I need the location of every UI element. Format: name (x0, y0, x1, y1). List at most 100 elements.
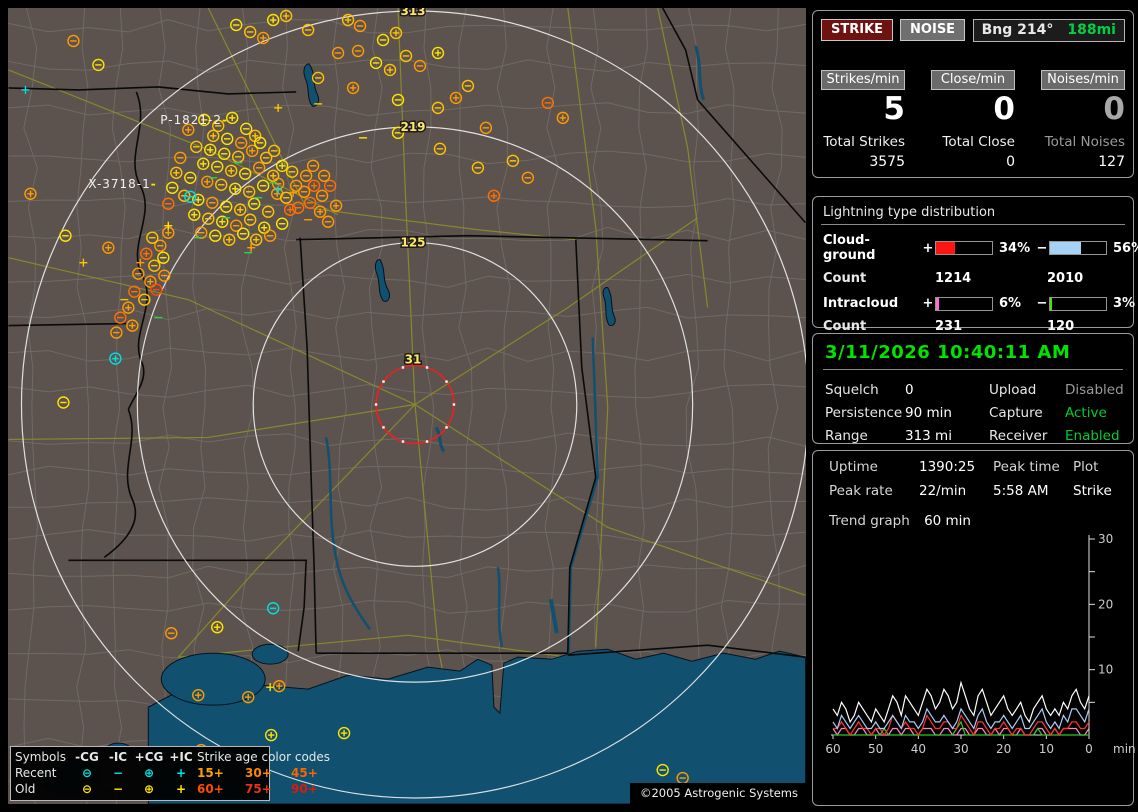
svg-text:60: 60 (825, 742, 840, 756)
range-value: 313 mi (905, 428, 952, 444)
close-per-min-value: 0 (993, 91, 1015, 127)
ic-neg-pct: 3% (1113, 296, 1136, 311)
age-45: 45+ (291, 766, 318, 780)
total-strikes-value: 3575 (869, 153, 905, 170)
noises-column: Noises/min 0 Total Noises 127 (1041, 70, 1125, 170)
status-panel: 3/11/2026 10:40:11 AM Squelch 0 Upload D… (812, 333, 1134, 444)
age-30: 30+ (245, 766, 272, 780)
plus-sign: + (922, 240, 934, 256)
cg-neg-bar (1049, 241, 1107, 255)
svg-text:125: 125 (401, 236, 426, 250)
total-close-value: 0 (1006, 153, 1015, 170)
recent-cg-pos-icon: ⊕ (143, 766, 155, 780)
distribution-title: Lightning type distribution (821, 203, 1125, 225)
svg-text:X-3718-1-: X-3718-1- (88, 177, 156, 191)
svg-text:50: 50 (868, 742, 883, 756)
close-column: Close/min 0 Total Close 0 (931, 70, 1015, 170)
peak-time-value: 5:58 AM (993, 483, 1049, 499)
legend-row-recent: Recent (15, 766, 57, 780)
squelch-value: 0 (905, 382, 914, 398)
peak-time-label: Peak time (993, 459, 1060, 475)
total-strikes-label: Total Strikes (823, 133, 905, 150)
lightning-map[interactable]: 313 219 125 31 P-1821-2- X-3718-1- Symbols -C… (8, 8, 806, 804)
ic-neg-count: 120 (1047, 319, 1075, 334)
ic-pos-count: 231 (935, 319, 963, 334)
strike-legend: Symbols -CG -IC +CG +IC Strike age color… (10, 746, 330, 801)
svg-text:20: 20 (996, 742, 1011, 756)
legend-col-neg-ic: -IC (108, 750, 128, 764)
datetime-display: 3/11/2026 10:40:11 AM (823, 340, 1123, 370)
recent-cg-neg-icon: ⊖ (81, 766, 93, 780)
uptime-label: Uptime (829, 459, 878, 475)
svg-text:30: 30 (953, 742, 968, 756)
upload-status: Disabled (1065, 382, 1124, 398)
legend-age-title: Strike age color codes (197, 750, 331, 764)
trend-graph-window: 60 min (924, 513, 971, 529)
noises-per-min-button[interactable]: Noises/min (1041, 70, 1125, 90)
recent-ic-pos-icon: + (175, 766, 187, 780)
capture-status: Active (1065, 405, 1107, 421)
old-cg-pos-icon: ⊕ (143, 782, 155, 796)
trend-graph: 10 20 30 60 50 40 30 20 10 0 min (825, 532, 1136, 756)
age-90: 90+ (291, 782, 318, 796)
trend-panel: Uptime 1390:25 Peak time Plot Peak rate … (812, 450, 1136, 806)
cg-count-label: Count (823, 271, 867, 286)
intracloud-label: Intracloud (823, 296, 899, 311)
cg-pos-bar (935, 241, 993, 255)
ic-neg-bar (1049, 296, 1107, 311)
svg-text:P-1821-2-: P-1821-2- (160, 113, 228, 127)
cloud-ground-label: Cloud-ground (823, 233, 876, 263)
svg-text:0: 0 (1085, 742, 1093, 756)
strikes-per-min-value: 5 (883, 91, 905, 127)
total-noises-value: 127 (1098, 153, 1125, 170)
age-75: 75+ (245, 782, 272, 796)
legend-col-neg-cg: -CG (75, 750, 99, 764)
total-close-label: Total Close (942, 133, 1015, 150)
persistence-value: 90 min (905, 405, 952, 421)
strikes-column: Strikes/min 5 Total Strikes 3575 (821, 70, 905, 170)
plot-mode-value: Strike (1073, 483, 1112, 499)
plot-label: Plot (1073, 459, 1099, 475)
copyright-notice: ©2005 Astrogenic Systems (629, 783, 806, 804)
legend-col-pos-cg: +CG (134, 750, 164, 764)
bearing-value: Bng 214° (981, 22, 1054, 38)
age-60: 60+ (197, 782, 224, 796)
receiver-status: Enabled (1065, 428, 1120, 444)
trend-graph-label: Trend graph (829, 513, 910, 529)
svg-text:20: 20 (1098, 597, 1113, 611)
legend-row-old: Old (15, 782, 36, 796)
minus-sign: − (1036, 296, 1048, 311)
receiver-label: Receiver (989, 428, 1048, 444)
svg-text:313: 313 (401, 8, 426, 18)
peak-rate-label: Peak rate (829, 483, 893, 499)
svg-text:31: 31 (405, 353, 422, 367)
old-ic-neg-icon: − (112, 782, 124, 796)
ic-pos-bar (935, 296, 993, 311)
cg-pos-pct: 34% (999, 240, 1031, 256)
distribution-panel: Lightning type distribution Cloud-ground… (812, 196, 1138, 334)
age-15: 15+ (197, 766, 224, 780)
peak-rate-value: 22/min (919, 483, 967, 499)
svg-text:10: 10 (1039, 742, 1054, 756)
map-canvas[interactable]: 313 219 125 31 P-1821-2- X-3718-1- (8, 8, 806, 804)
range-label: Range (825, 428, 868, 444)
bearing-readout: Bng 214° 188mi (972, 19, 1125, 42)
uptime-value: 1390:25 (919, 459, 976, 475)
squelch-label: Squelch (825, 382, 879, 398)
upload-label: Upload (989, 382, 1037, 398)
plus-sign: + (922, 296, 934, 311)
persistence-label: Persistence (825, 405, 903, 421)
cg-pos-count: 1214 (935, 271, 972, 286)
cg-neg-count: 2010 (1047, 271, 1084, 286)
svg-text:10: 10 (1098, 663, 1113, 677)
old-ic-pos-icon: + (175, 782, 187, 796)
close-per-min-button[interactable]: Close/min (931, 70, 1015, 90)
strikes-per-min-button[interactable]: Strikes/min (821, 70, 905, 90)
strike-button[interactable]: STRIKE (821, 19, 894, 41)
legend-symbols-title: Symbols (15, 750, 66, 764)
svg-text:219: 219 (401, 120, 426, 134)
strike-summary-panel: STRIKE NOISE Bng 214° 188mi Strikes/min 5… (812, 10, 1134, 178)
noise-button[interactable]: NOISE (900, 19, 966, 41)
svg-text:min: min (1113, 742, 1136, 756)
noises-per-min-value: 0 (1103, 91, 1125, 127)
